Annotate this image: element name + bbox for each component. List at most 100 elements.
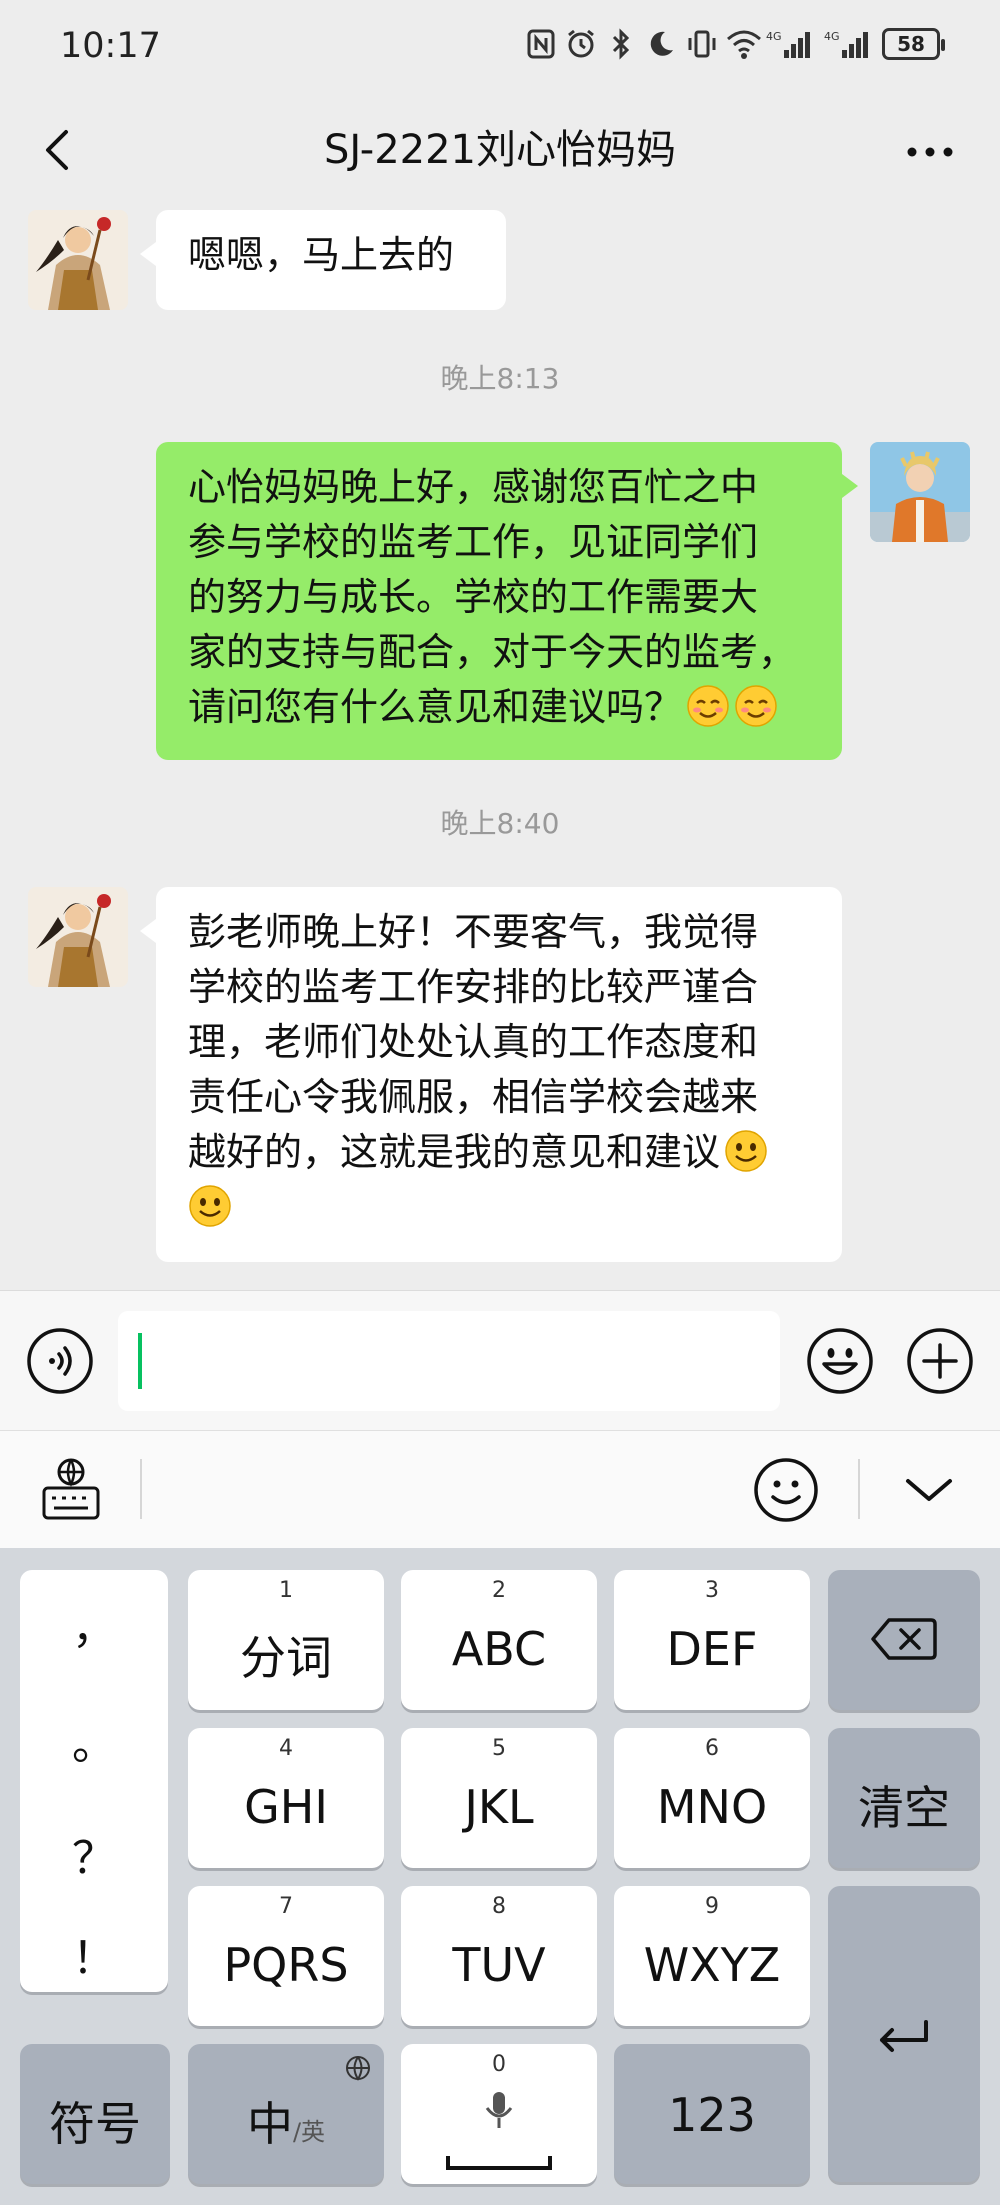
voice-icon[interactable]	[25, 1326, 95, 1396]
toolbar-divider	[140, 1459, 142, 1519]
key-label: PQRS	[223, 1938, 349, 1992]
punct-key-period[interactable]: 。	[20, 1708, 168, 1772]
message-line: 的努力与成长。学校的工作需要大	[188, 575, 759, 619]
globe-icon	[346, 2056, 370, 2081]
nfc-icon	[526, 28, 556, 60]
symbols-key[interactable]: 符号	[20, 2044, 170, 2184]
punctuation-column[interactable]: ， 。 ？ ！	[20, 1570, 168, 1992]
chevron-down-icon[interactable]	[898, 1461, 960, 1519]
key-number: 3	[705, 1578, 719, 1603]
moon-icon	[646, 28, 676, 60]
enter-key[interactable]	[828, 1886, 980, 2182]
key-number: 2	[492, 1578, 506, 1603]
message-line: 越好的，这就是我的意见和建议	[188, 1130, 721, 1174]
key-9[interactable]: 9 WXYZ	[614, 1886, 810, 2026]
message-bubble-outgoing[interactable]: 心怡妈妈晚上好，感谢您百忙之中 参与学校的监考工作，见证同学们 的努力与成长。学…	[156, 442, 858, 760]
key-number: 5	[492, 1736, 506, 1761]
key-7[interactable]: 7 PQRS	[188, 1886, 384, 2026]
bluetooth-icon	[606, 28, 636, 60]
clear-key[interactable]: 清空	[828, 1728, 980, 1868]
signal-4g-icon: 4G	[824, 28, 872, 60]
svg-text:4G: 4G	[766, 30, 782, 43]
space-bar-icon	[446, 2156, 552, 2170]
t9-keyboard: ， 。 ？ ！ 1 分词 2 ABC 3 DEF 4 GHI 5 JKL 6 M…	[0, 1548, 1000, 2205]
smile-emoji-icon	[724, 1129, 768, 1173]
chat-title: SJ-2221刘心怡妈妈	[324, 127, 676, 173]
key-5[interactable]: 5 JKL	[401, 1728, 597, 1868]
key-number: 8	[492, 1894, 506, 1919]
my-avatar[interactable]	[870, 442, 970, 542]
language-switch-key[interactable]: 中/英	[188, 2044, 384, 2184]
message-line: 学校的监考工作安排的比较严谨合	[188, 965, 759, 1009]
message-line: 请问您有什么意见和建议吗？	[188, 685, 683, 729]
key-label: ABC	[451, 1622, 547, 1676]
key-sub-label: /英	[292, 2118, 326, 2146]
message-input-bar	[0, 1290, 1000, 1430]
key-label: 分词	[240, 1631, 332, 1685]
toolbar-divider	[858, 1459, 860, 1519]
key-3[interactable]: 3 DEF	[614, 1570, 810, 1710]
contact-avatar[interactable]	[28, 887, 128, 987]
battery-indicator: 58	[882, 28, 945, 60]
chat-header: SJ-2221刘心怡妈妈	[0, 95, 1000, 205]
key-label: GHI	[244, 1780, 328, 1834]
microphone-icon	[485, 2092, 513, 2128]
smile-emoji-icon	[188, 1184, 232, 1228]
message-line: 责任心令我佩服，相信学校会越来	[188, 1075, 759, 1119]
vibrate-icon	[686, 28, 716, 60]
keyboard-settings-icon[interactable]	[40, 1456, 102, 1522]
key-label: TUV	[452, 1938, 546, 1992]
message-line: 参与学校的监考工作，见证同学们	[188, 520, 759, 564]
message-line: 心怡妈妈晚上好，感谢您百忙之中	[188, 465, 759, 509]
signal-4g-icon: 4G	[766, 28, 814, 60]
plus-icon[interactable]	[905, 1326, 975, 1396]
key-label: JKL	[464, 1780, 534, 1834]
message-timestamp: 晚上8:13	[440, 362, 560, 395]
key-1[interactable]: 1 分词	[188, 1570, 384, 1710]
punct-key-question[interactable]: ？	[20, 1822, 168, 1886]
key-4[interactable]: 4 GHI	[188, 1728, 384, 1868]
key-label: 符号	[49, 2097, 141, 2151]
message-list[interactable]: 嗯嗯，马上去的 晚上8:13 心怡妈妈晚上好，感谢您百忙之中 参与学校的监考工作…	[0, 205, 1000, 1290]
message-text-input[interactable]	[118, 1311, 780, 1411]
message-text: 嗯嗯，马上去的	[188, 233, 455, 277]
message-line: 理，老师们处处认真的工作态度和	[188, 1020, 759, 1064]
key-label: DEF	[666, 1622, 758, 1676]
message-bubble-incoming[interactable]: 彭老师晚上好！不要客气，我觉得 学校的监考工作安排的比较严谨合 理，老师们处处认…	[140, 887, 842, 1262]
more-dots-icon[interactable]	[890, 120, 970, 180]
numbers-key[interactable]: 123	[614, 2044, 810, 2184]
enter-icon	[880, 2020, 928, 2052]
text-cursor	[138, 1333, 142, 1389]
key-label: 123	[668, 2088, 756, 2142]
key-number: 6	[705, 1736, 719, 1761]
svg-text:4G: 4G	[824, 30, 840, 43]
message-bubble-incoming[interactable]: 嗯嗯，马上去的	[140, 210, 506, 310]
key-label: WXYZ	[643, 1938, 781, 1992]
backspace-icon	[871, 1618, 937, 1660]
backspace-key[interactable]	[828, 1570, 980, 1710]
wifi-icon	[726, 28, 761, 60]
status-icons: 4G 4G 58	[526, 28, 945, 60]
contact-avatar[interactable]	[28, 210, 128, 310]
space-key[interactable]: 0	[401, 2044, 597, 2184]
message-line: 家的支持与配合，对于今天的监考，	[188, 630, 797, 674]
blush-emoji-icon	[686, 684, 730, 728]
key-number: 7	[279, 1894, 293, 1919]
key-number: 4	[279, 1736, 293, 1761]
key-number: 9	[705, 1894, 719, 1919]
status-time: 10:17	[60, 26, 161, 66]
key-8[interactable]: 8 TUV	[401, 1886, 597, 2026]
emoji-icon[interactable]	[805, 1326, 875, 1396]
punct-key-comma[interactable]: ，	[20, 1592, 168, 1656]
key-2[interactable]: 2 ABC	[401, 1570, 597, 1710]
message-line: 彭老师晚上好！不要客气，我觉得	[188, 910, 759, 954]
key-6[interactable]: 6 MNO	[614, 1728, 810, 1868]
status-bar: 10:17 4G 4G 58	[0, 0, 1000, 95]
blush-emoji-icon	[734, 684, 778, 728]
alarm-icon	[566, 28, 596, 60]
key-number: 0	[492, 2052, 506, 2077]
smile-icon[interactable]	[752, 1456, 820, 1524]
key-label: 清空	[858, 1781, 950, 1835]
keyboard-toolbar	[0, 1430, 1000, 1548]
punct-key-exclaim[interactable]: ！	[20, 1922, 168, 1986]
